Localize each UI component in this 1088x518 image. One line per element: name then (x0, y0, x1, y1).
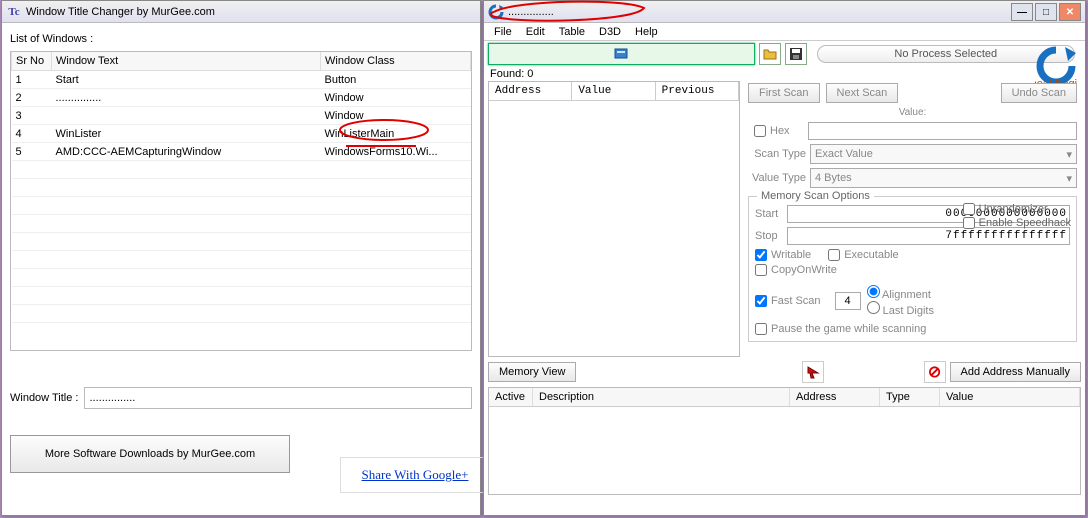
table-row[interactable]: 1StartButton (12, 71, 471, 89)
col-type[interactable]: Type (880, 388, 940, 406)
mid-row: Address Value Previous First Scan Next S… (484, 81, 1085, 357)
left-body: List of Windows : Sr No Window Text Wind… (2, 23, 480, 479)
col-value2[interactable]: Value (940, 388, 1080, 406)
col-previous[interactable]: Previous (656, 82, 739, 100)
scantype-select[interactable]: Exact Value▾ (810, 144, 1077, 164)
menubar: File Edit Table D3D Help (484, 23, 1085, 41)
titlebar-right[interactable]: ............... — □ ✕ (484, 1, 1085, 23)
window-title-label: Window Title : (10, 392, 78, 404)
executable-checkbox[interactable] (828, 249, 840, 261)
title-left: Window Title Changer by MurGee.com (26, 6, 215, 18)
address-list[interactable]: Active Description Address Type Value (488, 387, 1081, 495)
share-google-panel[interactable]: Share With Google+ (340, 457, 490, 493)
col-window-text[interactable]: Window Text (52, 52, 321, 71)
titlebar-left[interactable]: Tc Window Title Changer by MurGee.com (2, 1, 480, 23)
window-title-input[interactable] (84, 387, 472, 409)
open-file-button[interactable] (759, 43, 781, 65)
memory-view-button[interactable]: Memory View (488, 362, 576, 382)
next-scan-button[interactable]: Next Scan (826, 83, 899, 103)
table-row[interactable]: 2...............Window (12, 89, 471, 107)
col-value[interactable]: Value (572, 82, 655, 100)
col-window-class[interactable]: Window Class (321, 52, 471, 71)
col-srno[interactable]: Sr No (12, 52, 52, 71)
fastscan-checkbox[interactable] (755, 295, 767, 307)
copyonwrite-checkbox[interactable] (755, 264, 767, 276)
close-button[interactable]: ✕ (1059, 3, 1081, 21)
minimize-button[interactable]: — (1011, 3, 1033, 21)
chevron-down-icon: ▾ (1066, 172, 1072, 185)
cheat-engine-window: ............... — □ ✕ File Edit Table D3… (483, 0, 1086, 516)
menu-d3d[interactable]: D3D (599, 26, 621, 38)
extra-options: Unrandomizer Enable Speedhack (963, 201, 1071, 231)
menu-help[interactable]: Help (635, 26, 658, 38)
value-input[interactable] (808, 122, 1077, 140)
memory-scan-title: Memory Scan Options (757, 190, 874, 202)
save-button[interactable] (785, 43, 807, 65)
col-address[interactable]: Address (489, 82, 572, 100)
speedhack-checkbox[interactable] (963, 217, 975, 229)
window-title-changer: Tc Window Title Changer by MurGee.com Li… (1, 0, 481, 516)
writable-checkbox[interactable] (755, 249, 767, 261)
toolbar: No Process Selected (484, 41, 1085, 67)
add-to-list-button[interactable] (802, 361, 824, 383)
menu-table[interactable]: Table (559, 26, 585, 38)
menu-file[interactable]: File (494, 26, 512, 38)
clear-list-button[interactable]: ⊘ (924, 361, 946, 383)
more-software-button[interactable]: More Software Downloads by MurGee.com (10, 435, 290, 473)
pause-checkbox[interactable] (755, 323, 767, 335)
col-description[interactable]: Description (533, 388, 790, 406)
memory-row: Memory View ⊘ Add Address Manually (488, 361, 1081, 383)
title-right: ............... (508, 6, 554, 18)
valuetype-label: Value Type (748, 172, 806, 184)
window-title-row: Window Title : (10, 387, 472, 409)
hex-label: Hex (770, 125, 790, 137)
maximize-button[interactable]: □ (1035, 3, 1057, 21)
windows-table[interactable]: Sr No Window Text Window Class 1StartBut… (10, 51, 472, 351)
stop-label: Stop (755, 230, 783, 242)
value-label: Value: (748, 107, 1077, 118)
menu-edit[interactable]: Edit (526, 26, 545, 38)
col-active[interactable]: Active (489, 388, 533, 406)
valuetype-select[interactable]: 4 Bytes▾ (810, 168, 1077, 188)
scan-panel: First Scan Next Scan Undo Scan Value: He… (744, 81, 1081, 357)
scan-results-list[interactable]: Address Value Previous (488, 81, 740, 357)
first-scan-button[interactable]: First Scan (748, 83, 820, 103)
start-label: Start (755, 208, 783, 220)
found-label: Found: 0 (484, 67, 1085, 81)
forbidden-icon: ⊘ (928, 362, 941, 382)
share-google-link[interactable]: Share With Google+ (362, 467, 469, 483)
list-of-windows-label: List of Windows : (10, 33, 472, 45)
scantype-label: Scan Type (748, 148, 806, 160)
table-row[interactable]: 4WinListerWinListerMain (12, 125, 471, 143)
cheat-engine-icon (488, 4, 504, 20)
hex-checkbox[interactable] (754, 125, 766, 137)
col-address2[interactable]: Address (790, 388, 880, 406)
app-icon-tc: Tc (6, 4, 22, 20)
undo-scan-button[interactable]: Undo Scan (1001, 83, 1077, 103)
add-address-manually-button[interactable]: Add Address Manually (950, 362, 1081, 382)
alignment-radio[interactable] (867, 285, 880, 298)
table-row[interactable]: 5AMD:CCC-AEMCapturingWindowWindowsForms1… (12, 143, 471, 161)
window-buttons: — □ ✕ (1011, 3, 1081, 21)
lastdigits-radio[interactable] (867, 301, 880, 314)
unrandomizer-checkbox[interactable] (963, 203, 975, 215)
chevron-down-icon: ▾ (1066, 148, 1072, 161)
select-process-button[interactable] (488, 43, 755, 65)
table-row[interactable]: 3Window (12, 107, 471, 125)
fastscan-input[interactable] (835, 292, 861, 310)
